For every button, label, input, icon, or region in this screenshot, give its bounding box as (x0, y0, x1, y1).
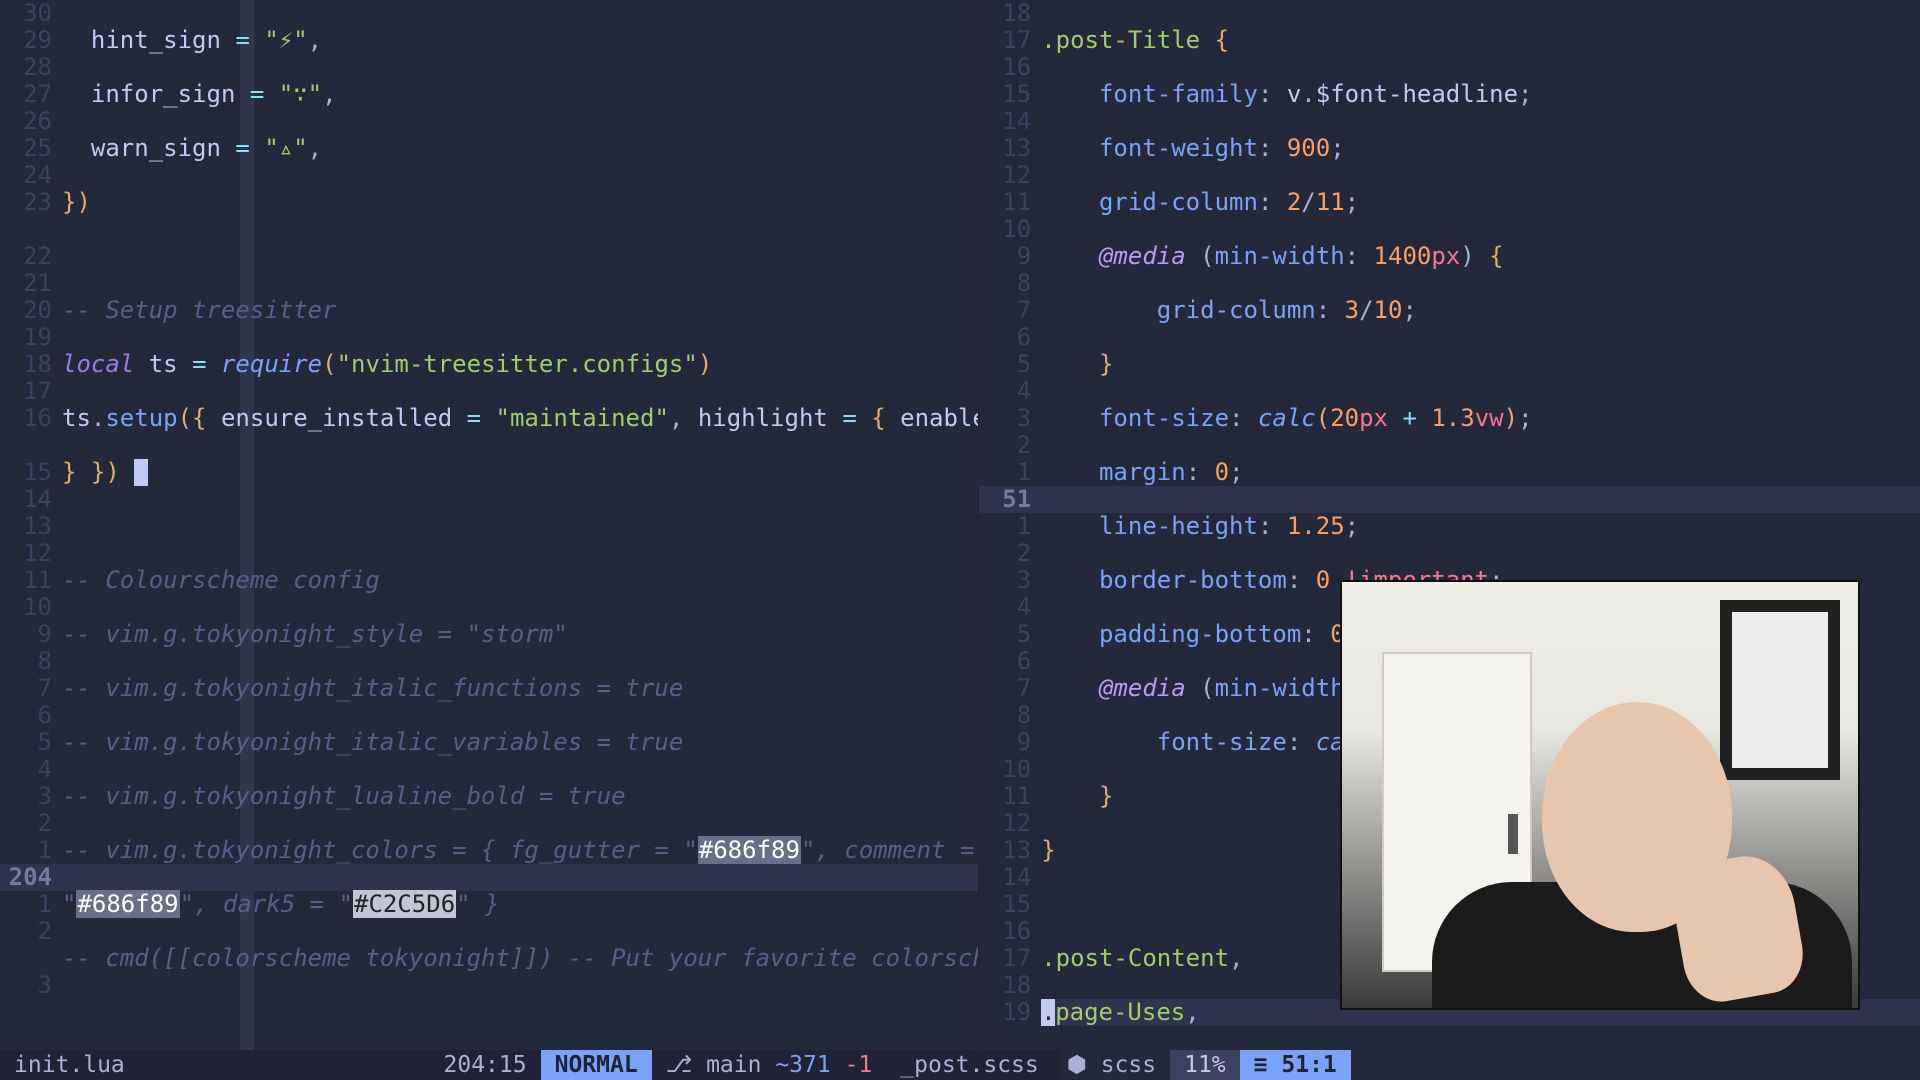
git-branch-icon: ⎇ (666, 1052, 693, 1078)
statusline-right: NORMAL ⎇ main ~371 -1 _post.scss ⬢ scss … (541, 1050, 1060, 1080)
vim-mode: NORMAL (541, 1050, 652, 1080)
line-number-gutter-right: 1817161514131211109876543215112345678910… (979, 0, 1041, 1026)
filename-right: _post.scss (886, 1050, 1052, 1080)
statusline: init.lua 204:15 NORMAL ⎇ main ~371 -1 _p… (0, 1050, 1060, 1080)
filetype: ⬢ scss (1053, 1050, 1170, 1080)
scroll-percent: 11% (1170, 1050, 1240, 1080)
lang-icon: ⬢ (1067, 1052, 1087, 1078)
cursor-pos-left: 204:15 (430, 1050, 541, 1080)
git-diff-removed: -1 (845, 1052, 873, 1078)
cursor-pos-right: ≡ 51:1 (1240, 1050, 1351, 1080)
webcam-overlay (1340, 580, 1860, 1010)
statusline-left: init.lua 204:15 (0, 1050, 541, 1080)
left-pane[interactable]: 3029282726252423222120191817161514131211… (0, 0, 979, 1050)
git-diff-modified: ~371 (775, 1052, 830, 1078)
git-branch: ⎇ main ~371 -1 (652, 1050, 887, 1080)
line-number-gutter-left: 3029282726252423222120191817161514131211… (0, 0, 62, 1026)
code-area-left[interactable]: hint_sign = "⚡", infor_sign = "∵", warn_… (62, 0, 978, 1050)
filename-left: init.lua (0, 1050, 139, 1080)
loc-icon: ≡ (1254, 1052, 1268, 1078)
